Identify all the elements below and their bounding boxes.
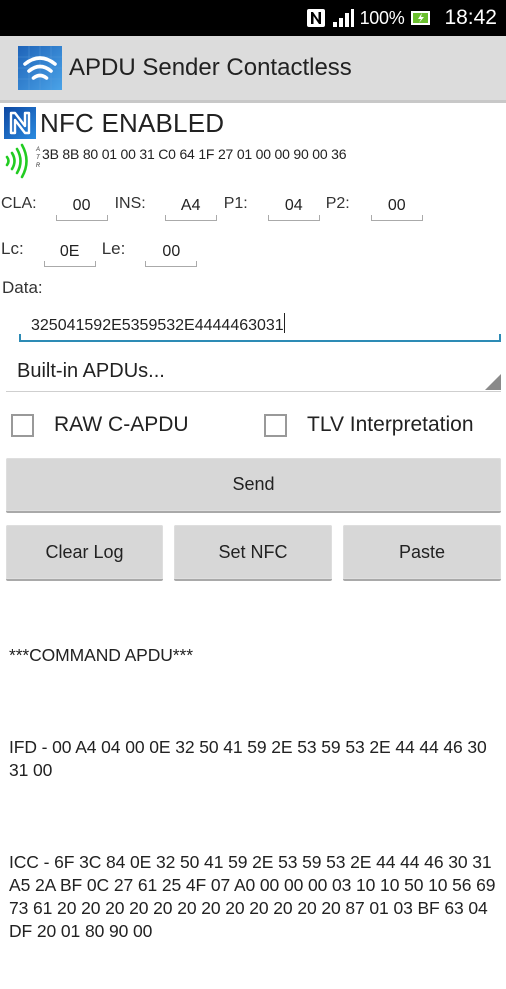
data-input-value: 325041592E5359532E4444463031	[31, 317, 284, 334]
atr-row: A T R 3B 8B 80 01 00 31 C0 64 1F 27 01 0…	[4, 143, 346, 179]
ins-field[interactable]: A4	[164, 195, 217, 221]
cla-label: CLA:	[1, 195, 37, 212]
p2-label: P2:	[325, 195, 350, 212]
dropdown-corner-icon	[485, 374, 501, 390]
tlv-label: TLV Interpretation	[307, 413, 474, 436]
raw-capdu-checkbox[interactable]	[11, 413, 34, 437]
app-title: APDU Sender Contactless	[69, 54, 352, 81]
le-field[interactable]: 00	[145, 241, 198, 267]
cla-field[interactable]: 00	[55, 195, 108, 221]
nfc-status-row: NFC ENABLED	[4, 106, 224, 140]
send-button[interactable]: Send	[6, 458, 501, 513]
apdu-header-row-2: Lc: 0E Le: 00	[0, 237, 198, 267]
p1-label: P1:	[223, 195, 248, 212]
log-icc-line: ICC - 6F 3C 84 0E 32 50 41 59 2E 53 59 5…	[9, 852, 501, 941]
apdu-log: ***COMMAND APDU*** IFD - 00 A4 04 00 0E …	[9, 598, 501, 989]
nfc-status-text: NFC ENABLED	[40, 107, 225, 138]
apdu-header-row-1: CLA: 00 INS: A4 P1: 04 P2: 00	[0, 191, 423, 221]
tlv-checkbox[interactable]	[264, 413, 287, 437]
log-header: ***COMMAND APDU***	[9, 645, 193, 665]
action-bar: APDU Sender Contactless	[0, 36, 506, 103]
clear-log-button[interactable]: Clear Log	[6, 525, 163, 581]
set-nfc-button[interactable]: Set NFC	[174, 525, 332, 581]
contactless-waves-icon	[5, 143, 28, 179]
builtin-apdus-spinner[interactable]: Built-in APDUs...	[6, 354, 501, 392]
atr-label: A T R	[35, 147, 41, 169]
battery-charging-icon	[411, 11, 431, 25]
nfc-icon	[306, 9, 325, 27]
data-input[interactable]: 325041592E5359532E4444463031	[19, 308, 501, 342]
p2-field[interactable]: 00	[370, 195, 423, 221]
status-bar: 100% 18:42	[0, 0, 506, 36]
spinner-selected: Built-in APDUs...	[17, 360, 165, 382]
clock: 18:42	[444, 6, 497, 29]
data-label: Data:	[2, 278, 43, 297]
text-cursor	[283, 313, 285, 333]
contactless-wifi-icon[interactable]	[18, 46, 62, 90]
lc-field[interactable]: 0E	[43, 241, 96, 267]
signal-icon	[332, 9, 354, 27]
raw-capdu-option[interactable]: RAW C-APDU	[11, 410, 189, 440]
nfc-logo-icon	[4, 107, 36, 139]
paste-button[interactable]: Paste	[343, 525, 501, 581]
atr-value: 3B 8B 80 01 00 31 C0 64 1F 27 01 00 00 9…	[42, 146, 347, 162]
p1-field[interactable]: 04	[267, 195, 320, 221]
raw-capdu-label: RAW C-APDU	[54, 413, 189, 436]
le-label: Le:	[101, 239, 126, 258]
tlv-option[interactable]: TLV Interpretation	[264, 410, 474, 440]
battery-percent: 100%	[359, 7, 405, 28]
lc-label: Lc:	[1, 239, 24, 258]
log-ifd-line: IFD - 00 A4 04 00 0E 32 50 41 59 2E 53 5…	[9, 737, 492, 780]
ins-label: INS:	[114, 195, 146, 212]
